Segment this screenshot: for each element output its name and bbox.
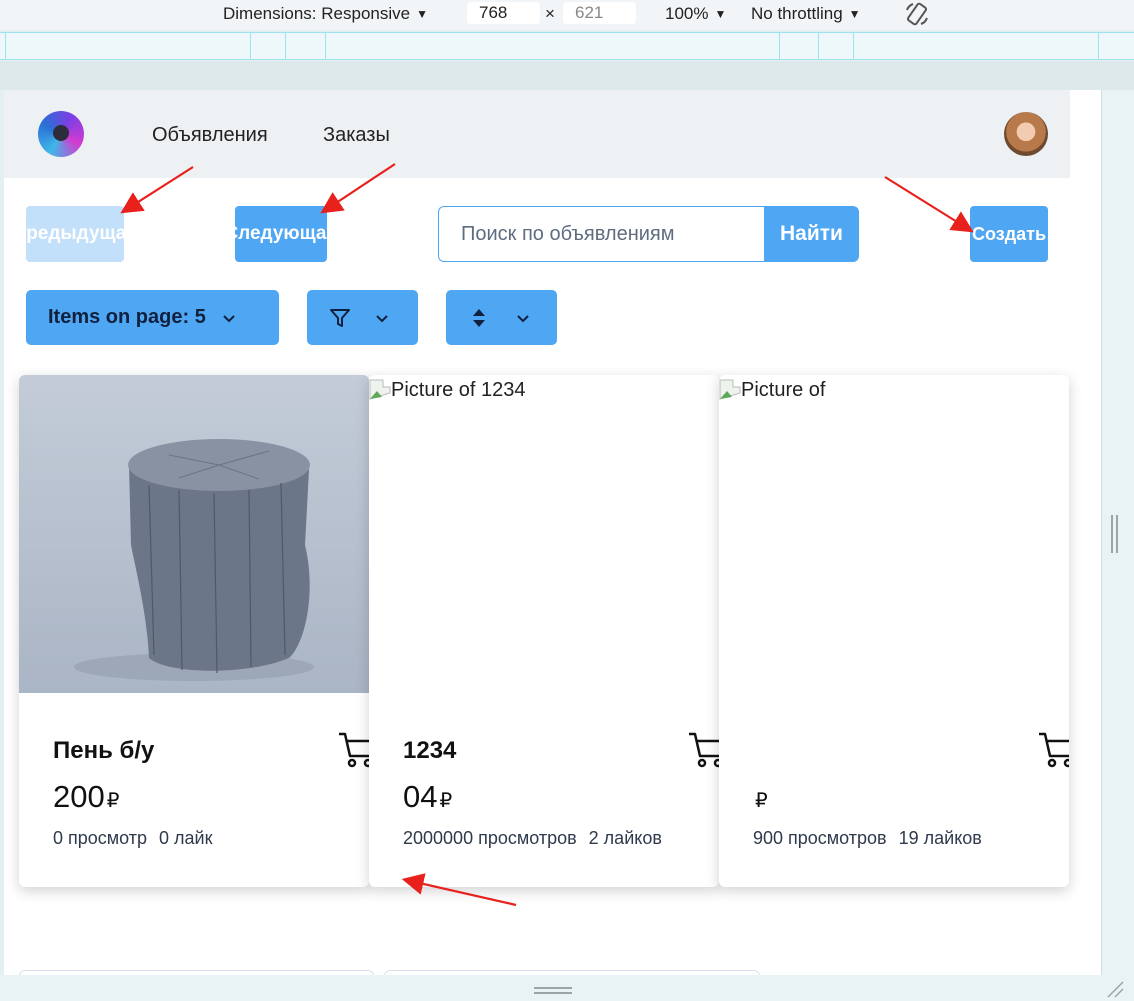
media-query-ruler[interactable] [0,32,1134,60]
views-count: 900 просмотров [753,828,887,848]
right-resize-handle[interactable] [1111,515,1118,553]
currency-symbol: ₽ [106,790,120,812]
broken-image-icon [369,379,391,400]
dimensions-label: Dimensions: Responsive [223,4,411,23]
nav-link-orders[interactable]: Заказы [323,124,390,147]
views-count: 0 просмотр [53,828,148,848]
sort-icon [473,308,485,327]
product-card-peek [384,970,760,975]
items-per-page-dropdown[interactable]: Items on page: 5 [26,290,279,345]
caret-down-icon: ▼ [848,7,861,21]
prev-page-button[interactable]: Предыдущая [26,206,124,262]
product-card[interactable]: Picture of 1234 1234 04 ₽ 2000000 просмот… [369,375,719,887]
price-value: 04 [403,779,438,814]
likes-count: 0 лайк [159,828,213,848]
throttling-label: No throttling [751,4,843,23]
cart-icon[interactable] [1037,730,1069,768]
corner-resize-icon[interactable] [1104,980,1124,998]
views-count: 2000000 просмотров [403,828,577,848]
devtools-toolbar: Dimensions: Responsive ▼ 768 × 621 100% ▼ … [0,0,1134,30]
product-price: ₽ [753,779,768,815]
navbar: Объявления Заказы [4,90,1070,178]
product-stats: 900 просмотров 19 лайков [753,828,982,849]
chevron-down-icon [223,314,235,322]
filter-dropdown[interactable] [307,290,418,345]
image-alt-text: Picture of 1234 [391,379,526,401]
zoom-dropdown[interactable]: 100% ▼ [665,4,726,24]
product-title: 1234 [403,737,457,764]
rotate-icon[interactable] [904,1,930,27]
product-card[interactable]: Пень б/у 200 ₽ 0 просмотр 0 лайк [19,375,369,887]
product-price: 200 ₽ [53,779,119,815]
prev-page-label: Предыдущая [26,223,124,244]
items-per-page-label: Items on page: 5 [48,306,206,328]
emulated-viewport: Объявления Заказы Предыдущая Следующая Н… [4,90,1101,975]
chevron-down-icon [376,314,388,322]
throttling-dropdown[interactable]: No throttling ▼ [751,4,861,24]
cart-icon[interactable] [687,730,719,768]
product-card[interactable]: Picture of ₽ 900 просмотров 19 лайков [719,375,1069,887]
sort-dropdown[interactable] [446,290,557,345]
devtools-gap [0,61,1134,90]
width-input[interactable]: 768 [467,2,540,24]
search-input[interactable] [439,207,765,261]
product-stats: 0 просмотр 0 лайк [53,828,213,849]
zoom-label: 100% [665,4,709,23]
next-page-button[interactable]: Следующая [235,206,327,262]
search-button-label: Найти [780,222,843,245]
caret-down-icon: ▼ [416,7,428,21]
logo-icon[interactable] [38,111,84,157]
likes-count: 2 лайков [588,828,662,848]
chevron-down-icon [517,314,529,322]
dimensions-dropdown[interactable]: Dimensions: Responsive ▼ [223,4,428,24]
cart-icon[interactable] [337,730,369,768]
product-price: 04 ₽ [403,779,452,815]
currency-symbol: ₽ [439,790,453,812]
height-input[interactable]: 621 [563,2,636,24]
product-stats: 2000000 просмотров 2 лайков [403,828,662,849]
nav-link-ads[interactable]: Объявления [152,124,268,147]
avatar[interactable] [1004,112,1048,156]
create-button-label: Создать [971,223,1047,244]
product-image-broken: Picture of [719,375,1069,693]
filter-icon [330,308,350,327]
product-image-broken: Picture of 1234 [369,375,719,693]
currency-symbol: ₽ [755,790,768,812]
image-alt-text: Picture of [741,379,826,401]
product-image [19,375,369,693]
product-card-peek [19,970,374,975]
bottom-resize-handle[interactable] [534,987,572,994]
broken-image-icon [719,379,741,400]
next-page-label: Следующая [235,223,327,244]
product-title: Пень б/у [53,737,155,764]
likes-count: 19 лайков [898,828,982,848]
caret-down-icon: ▼ [714,7,727,21]
times-glyph: × [545,4,555,23]
price-value: 200 [53,779,105,814]
search-button[interactable]: Найти [764,206,859,262]
create-button[interactable]: Создать [970,206,1048,262]
search-field [438,206,765,262]
